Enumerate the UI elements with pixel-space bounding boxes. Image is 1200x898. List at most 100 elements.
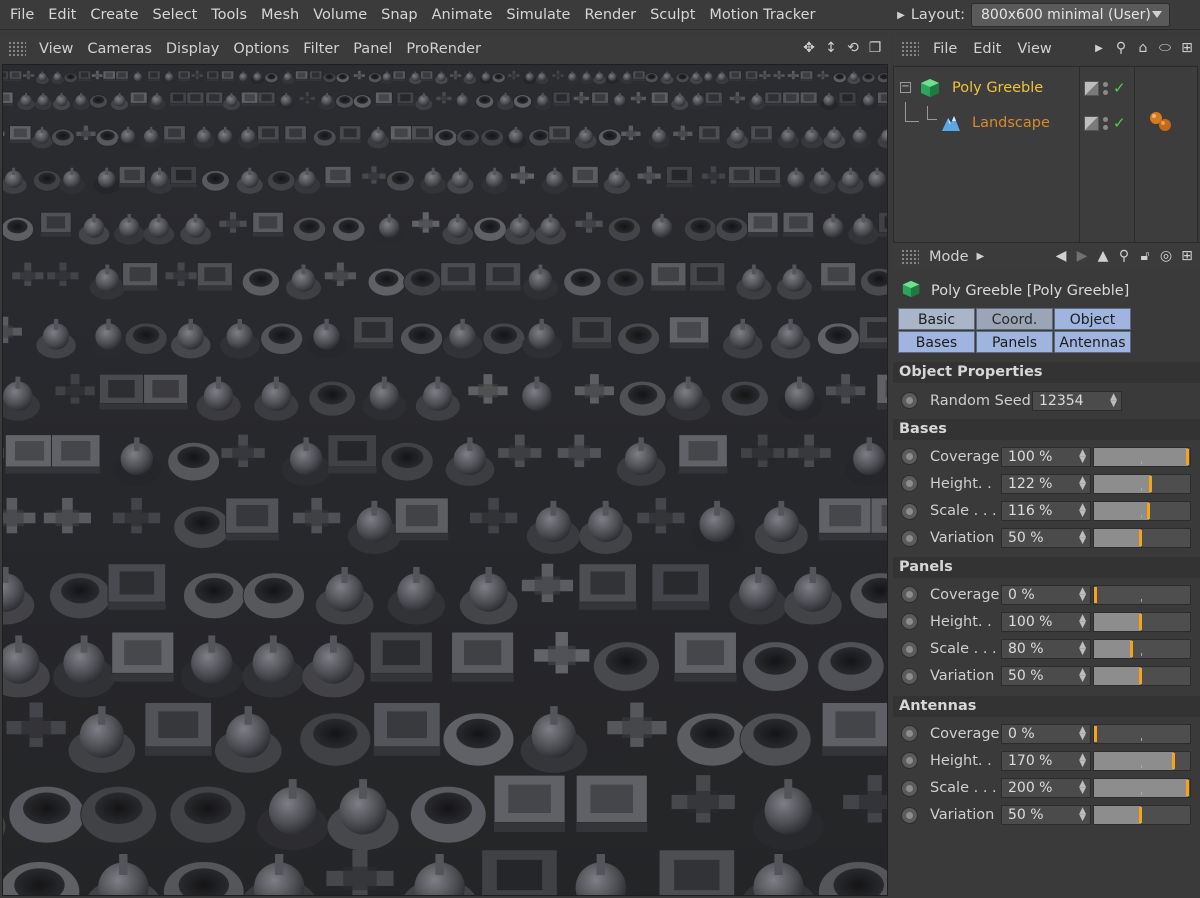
menu-animate[interactable]: Animate [425, 0, 500, 30]
spinner-icon[interactable]: ▲ ▼ [1079, 752, 1086, 768]
slider-handle[interactable] [1130, 641, 1133, 658]
tab-panels[interactable]: Panels [976, 331, 1053, 353]
forward-arrow-icon[interactable]: ▶ [1073, 247, 1091, 265]
slider-handle[interactable] [1147, 503, 1150, 520]
slider-handle[interactable] [1139, 530, 1142, 547]
menu-motion-tracker[interactable]: Motion Tracker [702, 0, 822, 30]
spinner-icon[interactable]: ▲ ▼ [1079, 807, 1086, 823]
animate-radio[interactable] [901, 586, 918, 603]
tab-basic[interactable]: Basic [898, 308, 975, 330]
menu-edit[interactable]: Edit [41, 0, 83, 30]
tab-bases[interactable]: Bases [898, 331, 975, 353]
param-slider[interactable] [1093, 473, 1191, 494]
animate-radio[interactable] [901, 392, 918, 409]
panel-grip-icon[interactable] [901, 248, 919, 265]
animate-radio[interactable] [901, 667, 918, 685]
layout-dropdown[interactable]: 800x600 minimal (User) [971, 3, 1170, 27]
om-menu-edit[interactable]: Edit [965, 41, 1009, 57]
animate-radio[interactable] [901, 725, 918, 742]
spinner-icon[interactable]: ▲ ▼ [1079, 530, 1086, 546]
object-row-poly-greeble[interactable]: − Poly Greeble ✓ [894, 71, 1197, 105]
menu-file[interactable]: File [0, 0, 41, 30]
param-slider[interactable] [1093, 778, 1191, 799]
spinner-icon[interactable]: ▲ ▼ [1079, 586, 1086, 602]
viewport-menu-display[interactable]: Display [159, 41, 226, 57]
spinner-icon[interactable]: ▲ ▼ [1079, 448, 1086, 464]
new-panel-icon[interactable]: ⊞ [1178, 247, 1196, 265]
spinner-icon[interactable]: ▲ ▼ [1079, 725, 1086, 741]
maximize-view-icon[interactable]: ❐ [866, 39, 884, 57]
section-bases[interactable]: Bases [893, 419, 1200, 440]
tab-antennas[interactable]: Antennas [1054, 331, 1131, 353]
viewport-menu-filter[interactable]: Filter [296, 41, 346, 57]
spinner-icon[interactable]: ▲ ▼ [1110, 392, 1117, 408]
enabled-check-icon[interactable]: ✓ [1113, 79, 1126, 97]
param-value-field[interactable]: 0 % ▲ ▼ [1001, 723, 1091, 744]
menu-simulate[interactable]: Simulate [499, 0, 577, 30]
animate-radio[interactable] [901, 448, 918, 465]
param-slider[interactable] [1093, 584, 1191, 605]
animate-radio[interactable] [901, 779, 918, 797]
animate-radio[interactable] [901, 640, 918, 658]
target-icon[interactable]: ◎ [1157, 247, 1175, 265]
new-panel-icon[interactable]: ⊞ [1178, 39, 1196, 57]
slider-handle[interactable] [1172, 752, 1175, 769]
viewport-menu-prorender[interactable]: ProRender [399, 41, 488, 57]
spinner-icon[interactable]: ▲ ▼ [1079, 641, 1086, 657]
tree-collapse-icon[interactable]: − [900, 82, 911, 93]
menu-select[interactable]: Select [146, 0, 205, 30]
object-row-landscape[interactable]: Landscape ✓ [894, 102, 1197, 140]
rotate-view-icon[interactable]: ⟲ [844, 39, 862, 57]
slider-handle[interactable] [1186, 448, 1189, 465]
material-tag-icon[interactable] [1148, 110, 1176, 136]
slider-handle[interactable] [1094, 586, 1097, 603]
param-value-field[interactable]: 0 % ▲ ▼ [1001, 584, 1091, 605]
animate-radio[interactable] [901, 475, 918, 493]
param-slider[interactable] [1093, 639, 1191, 660]
animate-radio[interactable] [901, 613, 918, 631]
viewport-menu-panel[interactable]: Panel [346, 41, 399, 57]
dolly-view-icon[interactable]: ↕ [822, 39, 840, 57]
param-value-field[interactable]: 50 % ▲ ▼ [1001, 528, 1091, 549]
am-menu-mode[interactable]: Mode [929, 249, 969, 265]
expand-arrow-icon[interactable]: ▶ [1090, 39, 1108, 57]
menu-volume[interactable]: Volume [306, 0, 374, 30]
menu-snap[interactable]: Snap [374, 0, 424, 30]
slider-handle[interactable] [1149, 475, 1152, 492]
link-icon[interactable]: ⬭ [1156, 39, 1174, 57]
param-slider[interactable] [1093, 723, 1191, 744]
param-value-field[interactable]: 200 % ▲ ▼ [1001, 778, 1091, 799]
param-slider[interactable] [1093, 666, 1191, 687]
param-value-field[interactable]: 170 % ▲ ▼ [1001, 750, 1091, 771]
lock-icon[interactable]: 🔓︎ [1136, 247, 1154, 265]
slider-handle[interactable] [1139, 807, 1142, 824]
param-value-field[interactable]: 116 % ▲ ▼ [1001, 501, 1091, 522]
viewport-menu-options[interactable]: Options [226, 41, 296, 57]
param-slider[interactable] [1093, 750, 1191, 771]
search-icon[interactable]: ⚲ [1112, 39, 1130, 57]
spinner-icon[interactable]: ▲ ▼ [1079, 613, 1086, 629]
param-value-field[interactable]: 50 % ▲ ▼ [1001, 666, 1091, 687]
param-value-field[interactable]: 100 % ▲ ▼ [1001, 611, 1091, 632]
slider-handle[interactable] [1094, 725, 1097, 742]
param-value-field[interactable]: 50 % ▲ ▼ [1001, 805, 1091, 826]
animate-radio[interactable] [901, 529, 918, 547]
param-slider[interactable] [1093, 446, 1191, 467]
up-arrow-icon[interactable]: ▲ [1094, 247, 1112, 265]
animate-radio[interactable] [901, 806, 918, 824]
tab-coord[interactable]: Coord. [976, 308, 1053, 330]
param-slider[interactable] [1093, 805, 1191, 826]
section-antennas[interactable]: Antennas [893, 696, 1200, 717]
spinner-icon[interactable]: ▲ ▼ [1079, 668, 1086, 684]
param-value-field[interactable]: 80 % ▲ ▼ [1001, 639, 1091, 660]
tab-object[interactable]: Object [1054, 308, 1131, 330]
menu-mesh[interactable]: Mesh [254, 0, 306, 30]
move-view-icon[interactable]: ✥ [800, 39, 818, 57]
search-icon[interactable]: ⚲ [1115, 247, 1133, 265]
3d-viewport[interactable] [2, 64, 888, 896]
spinner-icon[interactable]: ▲ ▼ [1079, 780, 1086, 796]
panel-grip-icon[interactable] [8, 41, 26, 57]
slider-handle[interactable] [1139, 668, 1142, 685]
param-value-field[interactable]: 100 % ▲ ▼ [1001, 446, 1091, 467]
param-value-field[interactable]: 122 % ▲ ▼ [1001, 473, 1091, 494]
